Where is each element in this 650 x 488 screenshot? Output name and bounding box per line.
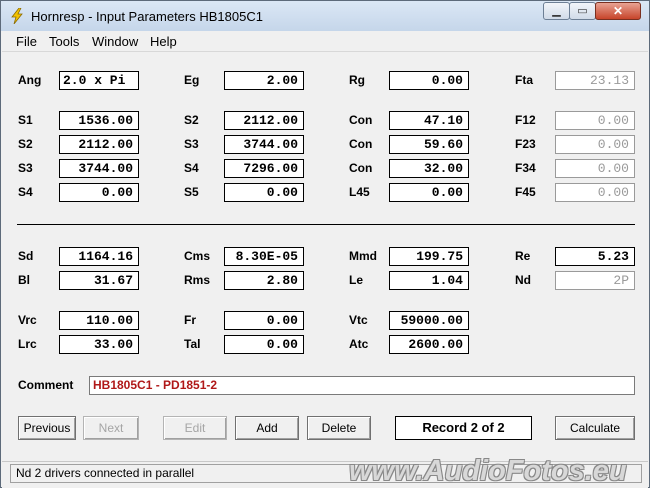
hornresp-window: Hornresp - Input Parameters HB1805C1 ▁ ▭… [0,0,650,488]
s5-label: S5 [184,185,199,199]
l45-field[interactable]: 0.00 [389,183,469,202]
s2-segment-label: S2 [18,137,33,151]
close-button[interactable]: ✕ [595,2,641,20]
add-button[interactable]: Add [235,416,299,440]
eg-label: Eg [184,73,200,87]
s1-label: S1 [18,113,33,127]
rg-field[interactable]: 0.00 [389,71,469,90]
f45-field: 0.00 [555,183,635,202]
con2-field[interactable]: 59.60 [389,135,469,154]
f12-field: 0.00 [555,111,635,130]
s3-field[interactable]: 3744.00 [224,135,304,154]
nd-field: 2P [555,271,635,290]
s3-segment-field[interactable]: 3744.00 [59,159,139,178]
lrc-field[interactable]: 33.00 [59,335,139,354]
vrc-field[interactable]: 110.00 [59,311,139,330]
mmd-field[interactable]: 199.75 [389,247,469,266]
s2-field[interactable]: 2112.00 [224,111,304,130]
eg-field[interactable]: 2.00 [224,71,304,90]
re-label: Re [515,249,531,263]
edit-button[interactable]: Edit [163,416,227,440]
fr-field[interactable]: 0.00 [224,311,304,330]
lightning-app-icon [11,8,23,24]
f34-field: 0.00 [555,159,635,178]
le-label: Le [349,273,364,287]
sd-label: Sd [18,249,34,263]
delete-button[interactable]: Delete [307,416,371,440]
le-field[interactable]: 1.04 [389,271,469,290]
s3-segment-label: S3 [18,161,33,175]
vrc-label: Vrc [18,313,37,327]
mmd-label: Mmd [349,249,377,263]
next-button[interactable]: Next [83,416,139,440]
re-field[interactable]: 5.23 [555,247,635,266]
record-indicator: Record 2 of 2 [395,416,532,440]
con1-label: Con [349,113,373,127]
s4-field[interactable]: 7296.00 [224,159,304,178]
cms-label: Cms [184,249,211,263]
atc-field[interactable]: 2600.00 [389,335,469,354]
f12-label: F12 [515,113,536,127]
audiofotos-watermark: www.AudioFotos.eu [349,455,627,487]
comment-input[interactable]: HB1805C1 - PD1851-2 [89,376,635,395]
menu-bar: File Tools Window Help [2,31,648,52]
calculate-button[interactable]: Calculate [555,416,635,440]
vtc-label: Vtc [349,313,368,327]
fta-label: Fta [515,73,533,87]
minimize-button[interactable]: ▁ [543,2,570,20]
nd-label: Nd [515,273,531,287]
section-divider [17,224,635,225]
ang-label: Ang [18,73,42,87]
previous-button[interactable]: Previous [18,416,76,440]
lrc-label: Lrc [18,337,37,351]
tal-field[interactable]: 0.00 [224,335,304,354]
fr-label: Fr [184,313,196,327]
con1-field[interactable]: 47.10 [389,111,469,130]
con2-label: Con [349,137,373,151]
menu-tools[interactable]: Tools [49,34,79,49]
con3-field[interactable]: 32.00 [389,159,469,178]
window-title: Hornresp - Input Parameters HB1805C1 [31,9,263,24]
fta-field: 23.13 [555,71,635,90]
tal-label: Tal [184,337,201,351]
l45-label: L45 [349,185,370,199]
s5-field[interactable]: 0.00 [224,183,304,202]
rms-label: Rms [184,273,211,287]
title-bar[interactable]: Hornresp - Input Parameters HB1805C1 ▁ ▭… [1,1,649,31]
ang-field[interactable]: 2.0 x Pi [59,71,139,90]
s4-label: S4 [184,161,199,175]
rms-field[interactable]: 2.80 [224,271,304,290]
s2-label: S2 [184,113,199,127]
menu-window[interactable]: Window [92,34,138,49]
comment-label: Comment [18,378,74,392]
bl-label: Bl [18,273,30,287]
s4-segment-label: S4 [18,185,33,199]
sd-field[interactable]: 1164.16 [59,247,139,266]
maximize-button[interactable]: ▭ [569,2,596,20]
f34-label: F34 [515,161,536,175]
s4-segment-field[interactable]: 0.00 [59,183,139,202]
atc-label: Atc [349,337,369,351]
f23-label: F23 [515,137,536,151]
s2-segment-field[interactable]: 2112.00 [59,135,139,154]
menu-help[interactable]: Help [150,34,177,49]
rg-label: Rg [349,73,365,87]
vtc-field[interactable]: 59000.00 [389,311,469,330]
s3-label: S3 [184,137,199,151]
f45-label: F45 [515,185,536,199]
con3-label: Con [349,161,373,175]
menu-file[interactable]: File [16,34,37,49]
s1-field[interactable]: 1536.00 [59,111,139,130]
cms-field[interactable]: 8.30E-05 [224,247,304,266]
f23-field: 0.00 [555,135,635,154]
bl-field[interactable]: 31.67 [59,271,139,290]
